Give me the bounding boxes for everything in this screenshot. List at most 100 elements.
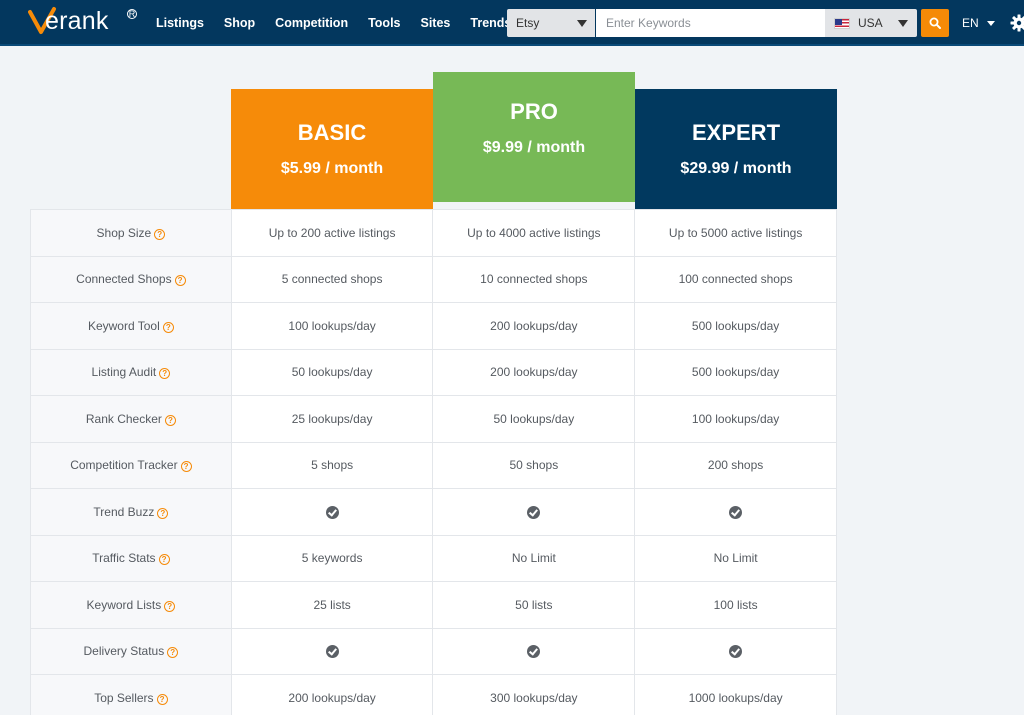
table-row: Shop Size? Up to 200 active listings Up to… — [30, 209, 837, 257]
nav-link-competition[interactable]: Competition — [265, 0, 358, 46]
pricing-comparison-table: Shop Size? Up to 200 active listings Up to… — [30, 209, 837, 715]
help-icon[interactable]: ? — [164, 600, 176, 612]
plan-value-cell-expert: 1000 lookups/day — [634, 674, 837, 715]
plan-value-cell-expert: 500 lookups/day — [634, 348, 837, 396]
table-row: Competition Tracker? 5 shops 50 shops 200 s… — [30, 441, 837, 489]
plan-value: 5 connected shops — [281, 272, 383, 287]
plan-value-cell-basic: 200 lookups/day — [230, 674, 434, 715]
nav-link-sites[interactable]: Sites — [411, 0, 461, 46]
plan-value-cell-pro: Up to 4000 active listings — [432, 209, 636, 257]
registered-mark-icon: R — [127, 9, 137, 19]
help-icon[interactable]: ? — [164, 414, 176, 426]
feature-name-cell: Connected Shops? — [30, 255, 232, 303]
feature-name: Keyword Tool — [87, 318, 160, 333]
plan-name: EXPERT — [691, 120, 781, 145]
plan-value: 100 lookups/day — [288, 318, 376, 333]
feature-name: Listing Audit — [91, 365, 157, 380]
platform-select[interactable]: Etsy — [507, 9, 595, 37]
plan-value-cell-pro: 50 lists — [432, 581, 636, 629]
plan-value-cell-pro: 300 lookups/day — [432, 674, 636, 715]
search-icon — [929, 17, 941, 29]
help-icon[interactable]: ? — [157, 507, 169, 519]
feature-name-cell: Competition Tracker? — [30, 441, 232, 489]
plan-value-cell-expert — [634, 488, 837, 536]
plan-value: 5 keywords — [301, 551, 363, 566]
table-row: Keyword Tool? 100 lookups/day 200 lookups/… — [30, 302, 837, 350]
plan-header-pro: PRO $9.99 / month — [433, 72, 635, 202]
plan-header-basic: BASIC $5.99 / month — [231, 89, 433, 209]
table-row: Delivery Status? — [30, 627, 837, 675]
gear-icon[interactable] — [1010, 14, 1024, 32]
help-icon[interactable]: ? — [167, 647, 179, 659]
plan-value: 25 lists — [313, 597, 351, 612]
us-flag-icon — [834, 18, 850, 29]
plan-value: 50 lookups/day — [291, 365, 373, 380]
country-select-value: USA — [858, 16, 883, 30]
plan-price: $5.99 / month — [280, 160, 384, 177]
plan-value-cell-pro — [432, 627, 636, 675]
table-row: Connected Shops? 5 connected shops 10 conn… — [30, 255, 837, 303]
nav-link-listings[interactable]: Listings — [146, 0, 214, 46]
logo-text: erank — [45, 7, 109, 35]
help-icon[interactable]: ? — [162, 321, 174, 333]
plan-value-cell-pro: No Limit — [432, 534, 636, 582]
check-icon — [325, 645, 339, 659]
plan-value: 50 lists — [515, 597, 553, 612]
check-icon — [527, 645, 541, 659]
chevron-down-icon — [898, 20, 908, 27]
country-select[interactable]: USA — [825, 9, 917, 37]
plan-value-cell-basic: 5 shops — [230, 441, 434, 489]
plan-value: 500 lookups/day — [691, 318, 780, 333]
feature-name: Traffic Stats — [92, 551, 156, 566]
feature-name-cell: Shop Size? — [30, 209, 232, 257]
check-icon — [729, 645, 743, 659]
nav-link-shop[interactable]: Shop — [214, 0, 265, 46]
plan-header-expert: EXPERT $29.99 / month — [635, 89, 837, 209]
plan-value: 200 lookups/day — [490, 318, 578, 333]
plan-name: PRO — [510, 99, 558, 124]
nav-link-tools[interactable]: Tools — [358, 0, 410, 46]
table-row: Keyword Lists? 25 lists 50 lists 100 lists — [30, 581, 837, 629]
feature-name: Top Sellers — [94, 690, 154, 705]
language-select[interactable]: EN — [962, 0, 979, 46]
plan-value-cell-basic: 100 lookups/day — [230, 302, 434, 350]
plan-value: No Limit — [713, 551, 758, 566]
feature-name-cell: Keyword Tool? — [30, 302, 232, 350]
feature-name: Trend Buzz — [93, 504, 155, 519]
feature-name-cell: Keyword Lists? — [30, 581, 232, 629]
plan-value-cell-expert: No Limit — [634, 534, 837, 582]
help-icon[interactable]: ? — [159, 368, 171, 380]
plan-value: 50 shops — [509, 458, 559, 473]
plan-value: 5 shops — [311, 458, 354, 473]
language-chevron-down-icon[interactable] — [987, 21, 995, 26]
plan-value-cell-pro: 200 lookups/day — [432, 302, 636, 350]
keyword-search-input[interactable] — [596, 9, 825, 37]
plan-price: $9.99 / month — [482, 139, 586, 156]
search-button[interactable] — [921, 9, 949, 37]
help-icon[interactable]: ? — [180, 461, 192, 473]
feature-name-cell: Traffic Stats? — [30, 534, 232, 582]
plan-value: 300 lookups/day — [490, 690, 578, 705]
plan-value: 10 connected shops — [480, 272, 588, 287]
feature-name-cell: Rank Checker? — [30, 395, 232, 443]
plan-value: 200 shops — [707, 458, 764, 473]
plan-value-cell-pro: 50 lookups/day — [432, 395, 636, 443]
plan-value-cell-basic — [230, 627, 434, 675]
help-icon[interactable]: ? — [156, 693, 168, 705]
erank-logo[interactable]: erank R — [28, 4, 138, 38]
main-nav: Listings Shop Competition Tools Sites Tr… — [146, 0, 521, 46]
help-icon[interactable]: ? — [174, 275, 186, 287]
platform-select-value: Etsy — [516, 16, 540, 30]
plan-value-cell-expert — [634, 627, 837, 675]
check-icon — [527, 505, 541, 519]
plan-value: Up to 200 active listings — [268, 225, 396, 240]
feature-name: Competition Tracker — [70, 458, 178, 473]
plan-value-cell-expert: 500 lookups/day — [634, 302, 837, 350]
table-row: Listing Audit? 50 lookups/day 200 lookups/… — [30, 348, 837, 396]
plan-value-cell-expert: 100 connected shops — [634, 255, 837, 303]
plan-value: Up to 5000 active listings — [668, 225, 803, 240]
plan-value: Up to 4000 active listings — [467, 225, 601, 240]
plan-value-cell-basic: 5 keywords — [230, 534, 434, 582]
help-icon[interactable]: ? — [154, 228, 166, 240]
help-icon[interactable]: ? — [158, 554, 170, 566]
